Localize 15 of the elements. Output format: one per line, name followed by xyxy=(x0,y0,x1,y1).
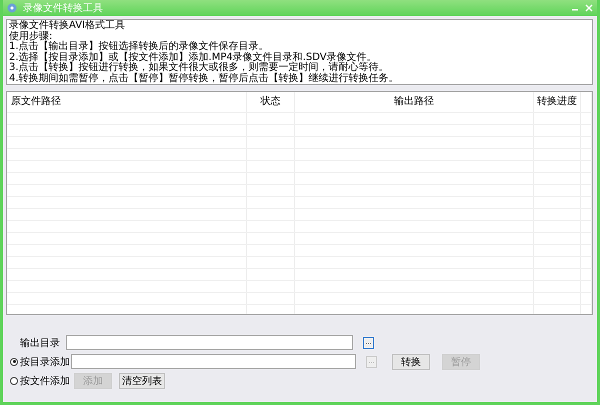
add-by-file-radio[interactable]: 按文件添加 xyxy=(10,374,69,388)
convert-button[interactable]: 转换 xyxy=(392,354,430,370)
column-header[interactable]: 状态 xyxy=(247,92,295,112)
window-title: 录像文件转换工具 xyxy=(23,2,103,15)
output-dir-label: 输出目录 xyxy=(19,336,60,350)
clear-list-button[interactable]: 清空列表 xyxy=(119,372,165,388)
add-by-folder-radio[interactable]: 按目录添加 xyxy=(10,354,69,368)
app-icon xyxy=(7,3,17,13)
column-header[interactable]: 转换进度 xyxy=(534,92,581,112)
column-header[interactable]: 输出路径 xyxy=(295,92,534,112)
folder-field[interactable] xyxy=(71,354,356,369)
close-icon[interactable] xyxy=(585,4,593,12)
column-header[interactable]: 原文件路径 xyxy=(7,92,247,112)
output-dir-field[interactable] xyxy=(66,335,353,350)
instructions-text: 录像文件转换AVI格式工具 使用步骤: 1.点击【输出目录】按钮选择转换后的录像文件保存目录。 2.选择【按目录添加】或【按文件添加】添加.MP4录像文件目录和.SDV录像文件。 3.点击【转换】按钮进行转换，如果文件很大或很多，则需要一定时间，请耐心等待。 4.转换期间如需暂停，点击【暂停】暂停转换，暂停后点击【转换】继续进行转换任务。 xyxy=(6,19,593,85)
